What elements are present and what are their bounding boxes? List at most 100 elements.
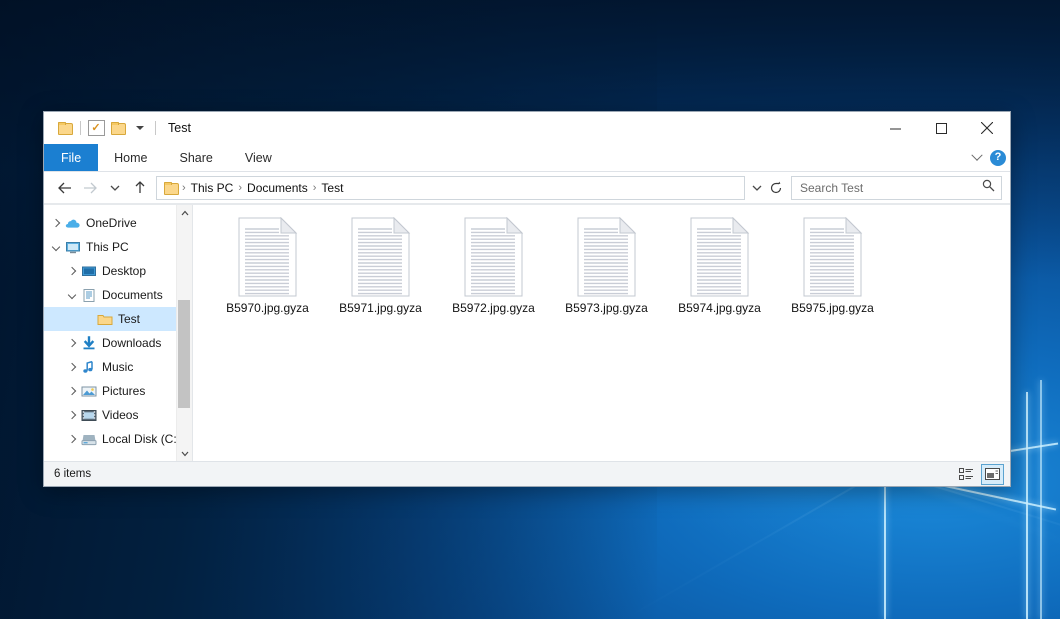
recent-locations-button[interactable] [102, 175, 127, 200]
generic-document-icon [235, 217, 301, 297]
refresh-icon[interactable] [766, 177, 786, 199]
chevron-right-icon[interactable] [64, 383, 80, 399]
breadcrumb[interactable]: › This PC › Documents › Test [156, 176, 745, 200]
desktop-icon [80, 263, 98, 279]
sidebar-item-label: Desktop [102, 264, 146, 278]
music-icon [80, 359, 98, 375]
tab-view[interactable]: View [229, 144, 288, 171]
search-input[interactable] [798, 180, 982, 196]
chevron-down-icon[interactable] [971, 149, 982, 160]
up-button[interactable] [127, 175, 152, 200]
window-title: Test [168, 121, 191, 135]
search-icon[interactable] [982, 179, 995, 197]
sidebar-item-label: Videos [102, 408, 138, 422]
chevron-right-icon[interactable] [64, 263, 80, 279]
view-buttons [956, 462, 1004, 486]
navigation-list: OneDrive This PC Desktop Documents Test Downl… [44, 211, 192, 451]
navigation-pane: OneDrive This PC Desktop Documents Test Downl… [44, 205, 192, 461]
close-button[interactable] [964, 112, 1010, 144]
generic-document-icon [461, 217, 527, 297]
item-count-label: 6 items [54, 468, 91, 480]
sidebar-item-label: Downloads [102, 336, 161, 350]
file-list-area[interactable]: B5970.jpg.gyza B5971.jpg.gyza B5972.jpg.gy… [193, 205, 1010, 461]
help-icon[interactable]: ? [990, 150, 1006, 166]
back-button[interactable] [52, 175, 77, 200]
file-item[interactable]: B5972.jpg.gyza [437, 217, 550, 329]
sidebar-item-test[interactable]: Test [44, 307, 192, 331]
toolbar-separator [80, 121, 81, 135]
chevron-right-icon[interactable] [48, 215, 64, 231]
customize-qat-icon[interactable] [129, 117, 151, 139]
chevron-right-icon[interactable] [64, 335, 80, 351]
window-body: OneDrive This PC Desktop Documents Test Downl… [44, 204, 1010, 461]
breadcrumb-item-documents[interactable]: Documents [243, 181, 312, 195]
documents-icon [80, 287, 98, 303]
file-item[interactable]: B5974.jpg.gyza [663, 217, 776, 329]
sidebar-item-onedrive[interactable]: OneDrive [44, 211, 192, 235]
sidebar-item-label: Test [118, 312, 140, 326]
chevron-right-icon[interactable] [64, 359, 80, 375]
generic-document-icon [687, 217, 753, 297]
search-box[interactable] [791, 176, 1002, 200]
status-bar: 6 items [44, 461, 1010, 486]
pictures-icon [80, 383, 98, 399]
minimize-button[interactable] [872, 112, 918, 144]
file-grid: B5970.jpg.gyza B5971.jpg.gyza B5972.jpg.gy… [193, 205, 1010, 329]
videos-icon [80, 407, 98, 423]
folder-icon [96, 311, 114, 327]
sidebar-item-music[interactable]: Music [44, 355, 192, 379]
sidebar-item-local-disk-c[interactable]: Local Disk (C:) [44, 427, 192, 451]
toolbar-separator [155, 121, 156, 135]
window-controls [872, 112, 1010, 144]
title-bar: ✓ Test [44, 112, 1010, 144]
tab-share[interactable]: Share [164, 144, 229, 171]
chevron-right-icon[interactable] [64, 431, 80, 447]
ribbon-tabs: File Home Share View ? [44, 144, 1010, 172]
scrollbar-thumb[interactable] [178, 300, 190, 408]
generic-document-icon [574, 217, 640, 297]
scroll-up-icon[interactable] [177, 205, 192, 220]
large-icons-view-button[interactable] [981, 464, 1004, 485]
properties-icon[interactable]: ✓ [85, 117, 107, 139]
sidebar-item-label: Music [102, 360, 133, 374]
maximize-button[interactable] [918, 112, 964, 144]
sidebar-item-videos[interactable]: Videos [44, 403, 192, 427]
sidebar-item-downloads[interactable]: Downloads [44, 331, 192, 355]
sidebar-item-desktop[interactable]: Desktop [44, 259, 192, 283]
this-pc-icon [64, 239, 82, 255]
sidebar-item-this-pc[interactable]: This PC [44, 235, 192, 259]
ribbon-right-controls: ? [973, 144, 1006, 171]
breadcrumb-item-test[interactable]: Test [317, 181, 347, 195]
file-item[interactable]: B5970.jpg.gyza [211, 217, 324, 329]
details-view-button[interactable] [956, 465, 977, 484]
address-bar: › This PC › Documents › Test [44, 172, 1010, 204]
address-dropdown-icon[interactable] [748, 177, 766, 199]
tab-home[interactable]: Home [98, 144, 163, 171]
quick-access-toolbar: ✓ [44, 112, 160, 144]
generic-document-icon [348, 217, 414, 297]
breadcrumb-folder-icon [164, 182, 178, 194]
file-item[interactable]: B5973.jpg.gyza [550, 217, 663, 329]
breadcrumb-item-this-pc[interactable]: This PC [187, 181, 238, 195]
file-item[interactable]: B5971.jpg.gyza [324, 217, 437, 329]
forward-button [77, 175, 102, 200]
sidebar-item-pictures[interactable]: Pictures [44, 379, 192, 403]
windows-logo-line [1040, 380, 1042, 619]
chevron-down-icon[interactable] [64, 287, 80, 303]
sidebar-item-documents[interactable]: Documents [44, 283, 192, 307]
file-explorer-window: ✓ Test File Home Share View ? [43, 111, 1011, 487]
file-name-label: B5973.jpg.gyza [565, 301, 648, 315]
tab-file[interactable]: File [44, 144, 98, 171]
chevron-down-icon[interactable] [48, 239, 64, 255]
file-name-label: B5970.jpg.gyza [226, 301, 309, 315]
sidebar-item-label: Local Disk (C:) [102, 432, 181, 446]
new-folder-icon[interactable] [107, 117, 129, 139]
file-name-label: B5975.jpg.gyza [791, 301, 874, 315]
folder-icon[interactable] [54, 117, 76, 139]
sidebar-scrollbar[interactable] [176, 205, 192, 461]
file-item[interactable]: B5975.jpg.gyza [776, 217, 889, 329]
scroll-down-icon[interactable] [177, 446, 192, 461]
chevron-right-icon[interactable] [64, 407, 80, 423]
file-name-label: B5971.jpg.gyza [339, 301, 422, 315]
sidebar-item-label: OneDrive [86, 216, 137, 230]
